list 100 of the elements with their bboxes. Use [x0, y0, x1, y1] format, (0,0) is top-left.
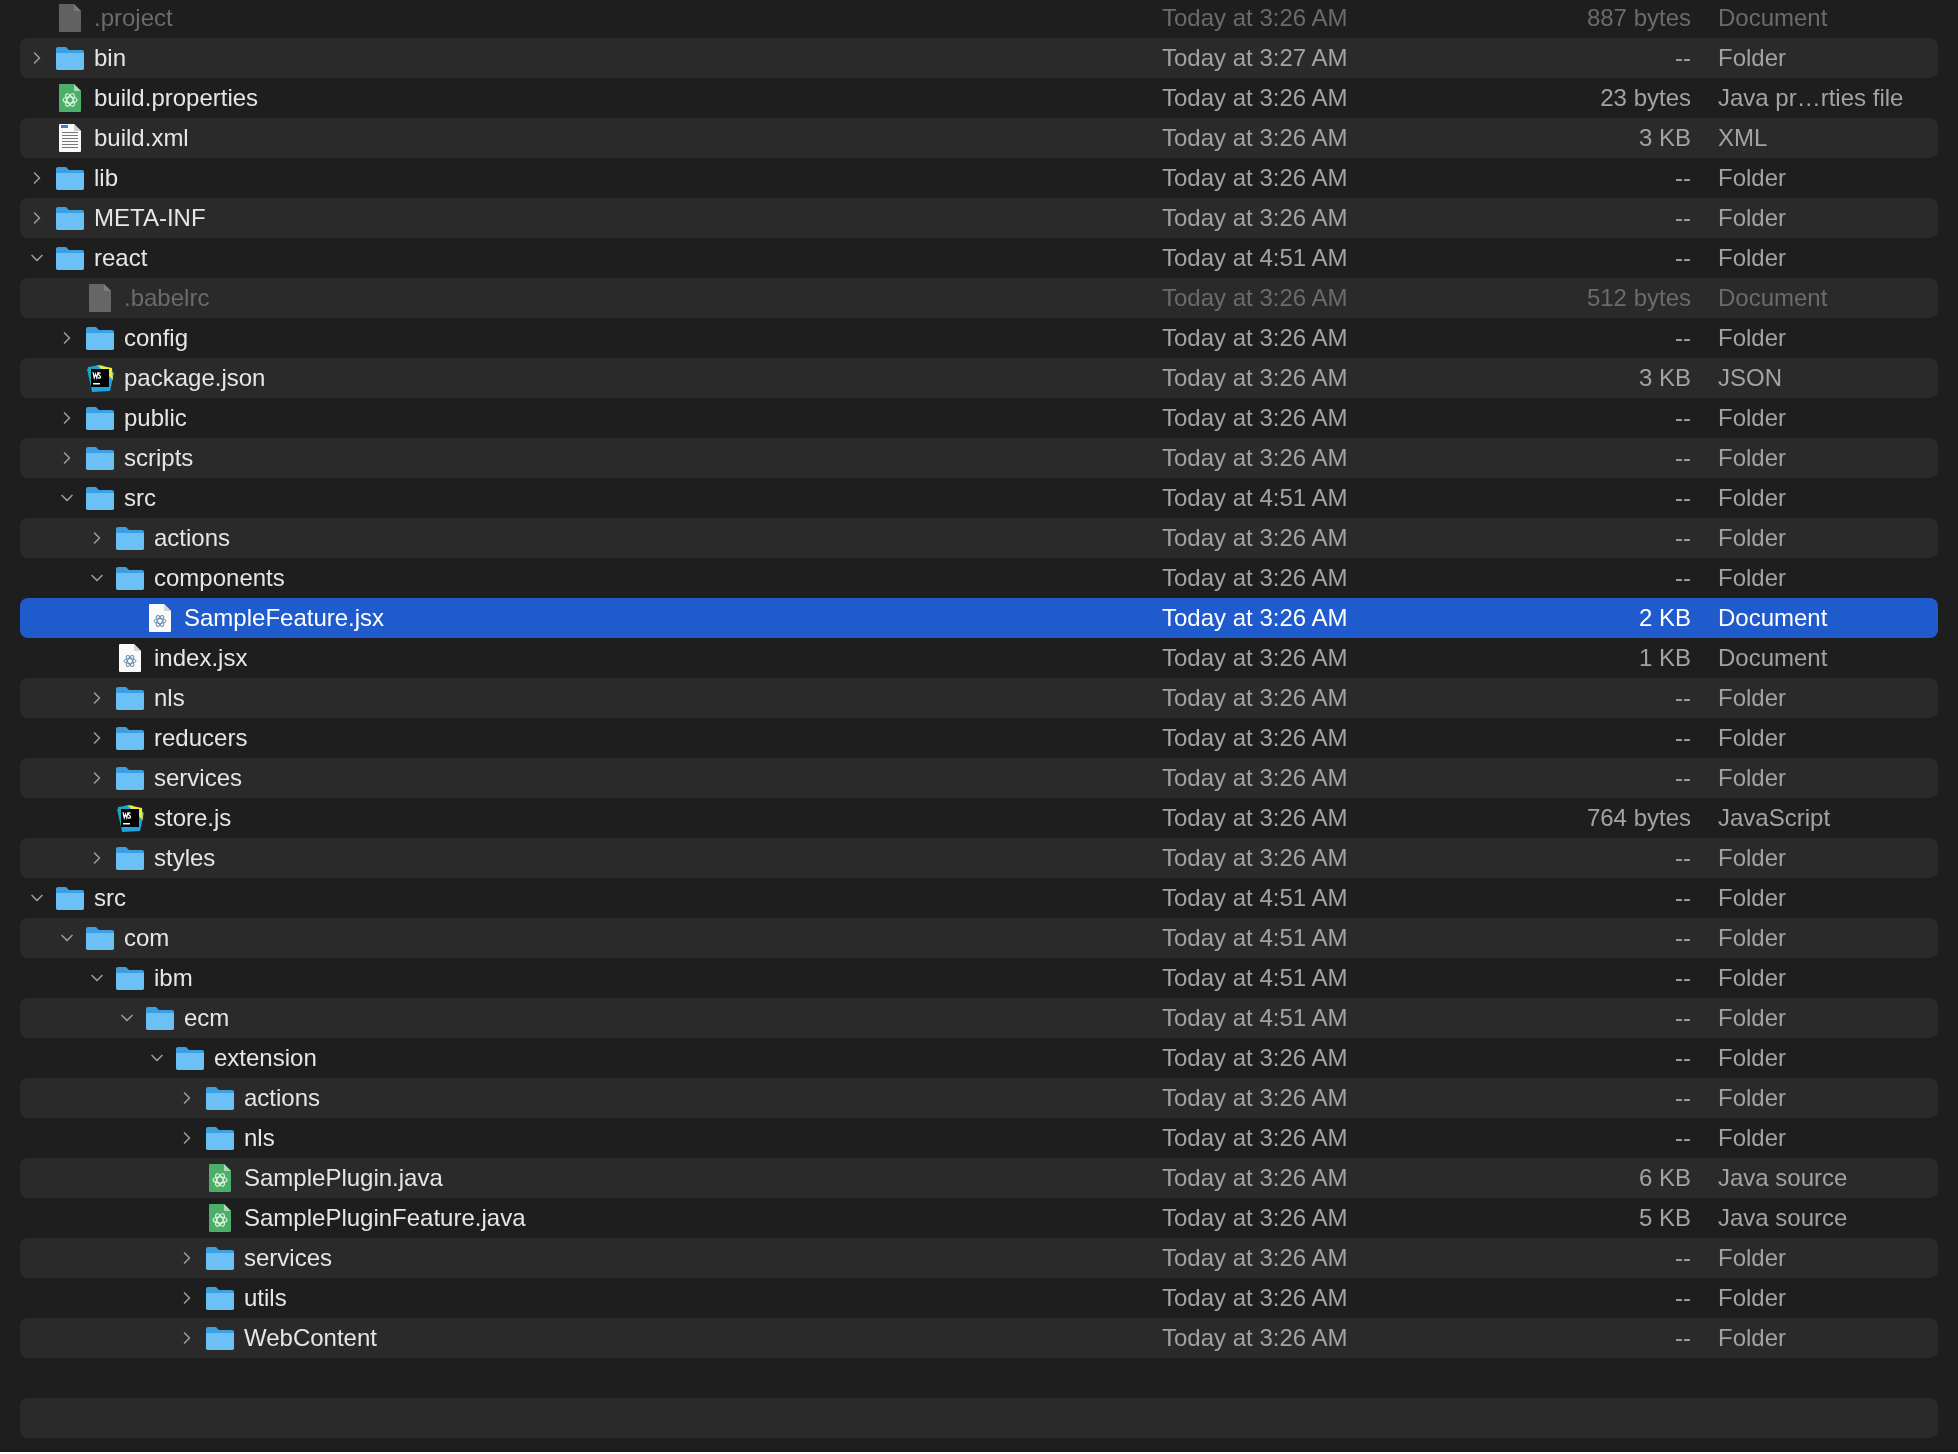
file-row[interactable]: SamplePlugin.java Today at 3:26 AM 6 KB Java source	[20, 1158, 1938, 1198]
folder-icon	[115, 965, 145, 991]
file-name: index.jsx	[154, 643, 248, 673]
folder-icon	[175, 1045, 205, 1071]
text-document-icon	[58, 123, 82, 153]
date-modified: Today at 3:26 AM	[1162, 443, 1349, 473]
file-size: 5 KB	[1638, 1203, 1691, 1233]
date-modified: Today at 3:26 AM	[1162, 763, 1349, 793]
file-row[interactable]: SampleFeature.jsx Today at 3:26 AM 2 KB Document	[20, 598, 1938, 638]
file-row[interactable]: reducers Today at 3:26 AM -- Folder	[20, 718, 1938, 758]
file-size: --	[1675, 163, 1691, 193]
file-name: config	[124, 323, 189, 353]
file-row[interactable]: package.json Today at 3:26 AM 3 KB JSON	[20, 358, 1938, 398]
file-kind: JSON	[1718, 363, 1782, 393]
file-row[interactable]: config Today at 3:26 AM -- Folder	[20, 318, 1938, 358]
file-row[interactable]: utils Today at 3:26 AM -- Folder	[20, 1278, 1938, 1318]
file-kind: Folder	[1718, 1003, 1787, 1033]
file-row[interactable]: actions Today at 3:26 AM -- Folder	[20, 518, 1938, 558]
file-size: --	[1675, 723, 1691, 753]
date-modified: Today at 3:26 AM	[1162, 363, 1349, 393]
file-row[interactable]: com Today at 4:51 AM -- Folder	[20, 918, 1938, 958]
file-size: --	[1675, 323, 1691, 353]
file-row[interactable]: nls Today at 3:26 AM -- Folder	[20, 678, 1938, 718]
file-kind: Folder	[1718, 963, 1787, 993]
file-kind: Folder	[1718, 163, 1787, 193]
file-name: nls	[154, 683, 185, 713]
file-name: public	[124, 403, 187, 433]
date-modified: Today at 3:26 AM	[1162, 203, 1349, 233]
file-size: 3 KB	[1638, 123, 1691, 153]
app-logo-icon	[115, 803, 145, 833]
folder-icon	[85, 325, 115, 351]
date-modified: Today at 3:26 AM	[1162, 403, 1349, 433]
file-kind: Java source	[1718, 1163, 1848, 1193]
file-name: SamplePluginFeature.java	[244, 1203, 526, 1233]
file-size: --	[1675, 763, 1691, 793]
file-kind: Folder	[1718, 523, 1787, 553]
folder-icon	[115, 725, 145, 751]
file-size: --	[1675, 683, 1691, 713]
folder-icon	[85, 485, 115, 511]
file-kind: Folder	[1718, 483, 1787, 513]
date-modified: Today at 3:26 AM	[1162, 803, 1349, 833]
date-modified: Today at 4:51 AM	[1162, 243, 1349, 273]
file-kind: Folder	[1718, 1243, 1787, 1273]
file-name: package.json	[124, 363, 266, 393]
file-kind: Folder	[1718, 883, 1787, 913]
document-icon	[88, 283, 112, 313]
file-name: reducers	[154, 723, 248, 753]
file-row[interactable]: nls Today at 3:26 AM -- Folder	[20, 1118, 1938, 1158]
file-kind: XML	[1718, 123, 1768, 153]
file-row[interactable]: build.xml Today at 3:26 AM 3 KB XML	[20, 118, 1938, 158]
atom-document-icon	[208, 1163, 232, 1193]
date-modified: Today at 3:26 AM	[1162, 643, 1349, 673]
folder-icon	[115, 525, 145, 551]
file-name: lib	[94, 163, 118, 193]
file-row[interactable]: index.jsx Today at 3:26 AM 1 KB Document	[20, 638, 1938, 678]
file-row[interactable]: META-INF Today at 3:26 AM -- Folder	[20, 198, 1938, 238]
date-modified: Today at 3:26 AM	[1162, 563, 1349, 593]
file-kind: Folder	[1718, 1123, 1787, 1153]
file-kind: Folder	[1718, 1083, 1787, 1113]
file-row[interactable]: build.properties Today at 3:26 AM 23 bytes Java pr…rties file	[20, 78, 1938, 118]
file-row[interactable]: components Today at 3:26 AM -- Folder	[20, 558, 1938, 598]
file-name: ecm	[184, 1003, 230, 1033]
file-kind: Java pr…rties file	[1718, 83, 1904, 113]
file-row[interactable]: extension Today at 3:26 AM -- Folder	[20, 1038, 1938, 1078]
date-modified: Today at 3:26 AM	[1162, 683, 1349, 713]
file-kind: Folder	[1718, 443, 1787, 473]
file-row[interactable]: services Today at 3:26 AM -- Folder	[20, 1238, 1938, 1278]
date-modified: Today at 4:51 AM	[1162, 483, 1349, 513]
file-size: --	[1675, 43, 1691, 73]
date-modified: Today at 3:26 AM	[1162, 1243, 1349, 1273]
app-logo-icon	[85, 363, 115, 393]
file-row[interactable]: store.js Today at 3:26 AM 764 bytes JavaScript	[20, 798, 1938, 838]
file-row[interactable]: lib Today at 3:26 AM -- Folder	[20, 158, 1938, 198]
file-row[interactable]: scripts Today at 3:26 AM -- Folder	[20, 438, 1938, 478]
file-size: 764 bytes	[1586, 803, 1691, 833]
file-row[interactable]: services Today at 3:26 AM -- Folder	[20, 758, 1938, 798]
folder-icon	[205, 1325, 235, 1351]
file-size: 512 bytes	[1586, 283, 1691, 313]
date-modified: Today at 3:26 AM	[1162, 1043, 1349, 1073]
file-row[interactable]: SamplePluginFeature.java Today at 3:26 AM 5 KB Java source	[20, 1198, 1938, 1238]
folder-icon	[205, 1125, 235, 1151]
file-row[interactable]: public Today at 3:26 AM -- Folder	[20, 398, 1938, 438]
file-size: --	[1675, 843, 1691, 873]
file-row[interactable]: actions Today at 3:26 AM -- Folder	[20, 1078, 1938, 1118]
file-kind: Folder	[1718, 563, 1787, 593]
file-kind: Folder	[1718, 723, 1787, 753]
file-row[interactable]: react Today at 4:51 AM -- Folder	[20, 238, 1938, 278]
file-row[interactable]: WebContent Today at 3:26 AM -- Folder	[20, 1318, 1938, 1358]
file-kind: Folder	[1718, 243, 1787, 273]
file-row[interactable]: ecm Today at 4:51 AM -- Folder	[20, 998, 1938, 1038]
file-row[interactable]: ibm Today at 4:51 AM -- Folder	[20, 958, 1938, 998]
file-row[interactable]: src Today at 4:51 AM -- Folder	[20, 878, 1938, 918]
file-row[interactable]: styles Today at 3:26 AM -- Folder	[20, 838, 1938, 878]
file-row[interactable]: src Today at 4:51 AM -- Folder	[20, 478, 1938, 518]
file-name: extension	[214, 1043, 317, 1073]
file-size: --	[1675, 563, 1691, 593]
file-row[interactable]: bin Today at 3:27 AM -- Folder	[20, 38, 1938, 78]
date-modified: Today at 3:26 AM	[1162, 323, 1349, 353]
folder-icon	[115, 845, 145, 871]
date-modified: Today at 3:26 AM	[1162, 163, 1349, 193]
